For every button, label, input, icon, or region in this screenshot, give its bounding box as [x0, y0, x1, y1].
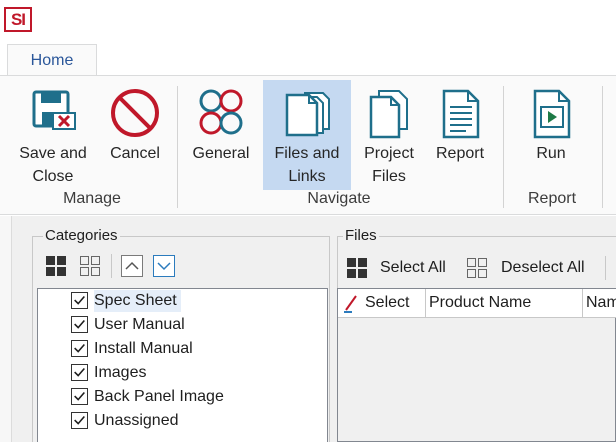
- files-grid-header: Select Product Name Nam: [338, 289, 616, 318]
- general-label: General: [192, 145, 250, 162]
- select-all-files-icon[interactable]: [345, 256, 369, 280]
- column-header-select[interactable]: Select: [338, 289, 426, 318]
- group-separator: [503, 86, 504, 208]
- categories-list: Spec Sheet User Manual Install Manual Im…: [37, 288, 328, 442]
- deselect-all-categories-icon[interactable]: [78, 254, 102, 278]
- cancel-label: Cancel: [110, 145, 160, 162]
- checkbox-back-panel-image[interactable]: [71, 388, 88, 405]
- checkbox-install-manual[interactable]: [71, 340, 88, 357]
- run-button[interactable]: Run: [516, 80, 586, 190]
- deselect-all-files-button[interactable]: Deselect All: [501, 257, 585, 279]
- tab-home[interactable]: Home: [7, 44, 97, 77]
- general-button[interactable]: General: [186, 80, 256, 190]
- select-all-categories-icon[interactable]: [44, 254, 68, 278]
- categories-title: Categories: [43, 227, 120, 244]
- save-and-close-label-1: Save and: [19, 145, 87, 162]
- files-title: Files: [343, 227, 379, 244]
- category-user-manual[interactable]: User Manual: [94, 314, 185, 336]
- general-icon: [199, 89, 243, 135]
- column-header-name[interactable]: Nam: [583, 289, 616, 318]
- category-back-panel-image[interactable]: Back Panel Image: [94, 386, 224, 408]
- report-label: Report: [435, 145, 485, 162]
- files-grid: Select Product Name Nam: [337, 288, 616, 442]
- run-label: Run: [536, 145, 566, 162]
- content-area: Categories Spec Sheet User Manual Instal…: [0, 216, 616, 442]
- category-unassigned[interactable]: Unassigned: [94, 410, 179, 432]
- report-icon: [442, 89, 480, 139]
- ribbon: Save and Close Cancel General Files and …: [0, 75, 616, 215]
- checkbox-images[interactable]: [71, 364, 88, 381]
- project-files-label-1: Project: [364, 145, 414, 162]
- save-and-close-button[interactable]: Save and Close: [14, 80, 92, 190]
- toolbar-separator: [111, 254, 112, 278]
- cancel-button[interactable]: Cancel: [100, 80, 170, 190]
- group-label-report: Report: [527, 190, 577, 207]
- column-header-product-name[interactable]: Product Name: [426, 289, 583, 318]
- project-files-label-2: Files: [372, 168, 406, 185]
- save-and-close-label-2: Close: [32, 168, 74, 185]
- title-bar: SI: [0, 0, 616, 40]
- category-images[interactable]: Images: [94, 362, 146, 384]
- expand-down-icon[interactable]: [152, 254, 176, 278]
- category-install-manual[interactable]: Install Manual: [94, 338, 193, 360]
- column-header-select-label: Select: [365, 294, 410, 311]
- report-button[interactable]: Report: [428, 80, 492, 190]
- ribbon-tab-strip: Home: [0, 40, 616, 77]
- save-close-icon: [32, 90, 76, 130]
- deselect-all-files-icon[interactable]: [465, 256, 489, 280]
- cancel-icon: [111, 89, 159, 137]
- checkbox-user-manual[interactable]: [71, 316, 88, 333]
- app-logo: SI: [4, 7, 32, 32]
- select-all-files-button[interactable]: Select All: [380, 257, 446, 279]
- files-and-links-label-1: Files and: [274, 145, 340, 162]
- left-gutter: [0, 216, 12, 442]
- checkbox-unassigned[interactable]: [71, 412, 88, 429]
- category-spec-sheet[interactable]: Spec Sheet: [94, 290, 181, 312]
- files-links-icon: [285, 92, 330, 137]
- group-label-navigate: Navigate: [307, 190, 371, 207]
- toolbar-separator: [605, 256, 606, 280]
- files-and-links-label-2: Links: [288, 168, 326, 185]
- files-and-links-button[interactable]: Files and Links: [263, 80, 351, 190]
- project-files-button[interactable]: Project Files: [354, 80, 424, 190]
- group-separator: [602, 86, 603, 208]
- collapse-up-icon[interactable]: [120, 254, 144, 278]
- edit-pencil-icon: [344, 295, 357, 313]
- project-files-icon: [369, 90, 408, 139]
- group-label-manage: Manage: [63, 190, 121, 207]
- checkbox-spec-sheet[interactable]: [71, 292, 88, 309]
- run-icon: [533, 89, 571, 139]
- group-separator: [177, 86, 178, 208]
